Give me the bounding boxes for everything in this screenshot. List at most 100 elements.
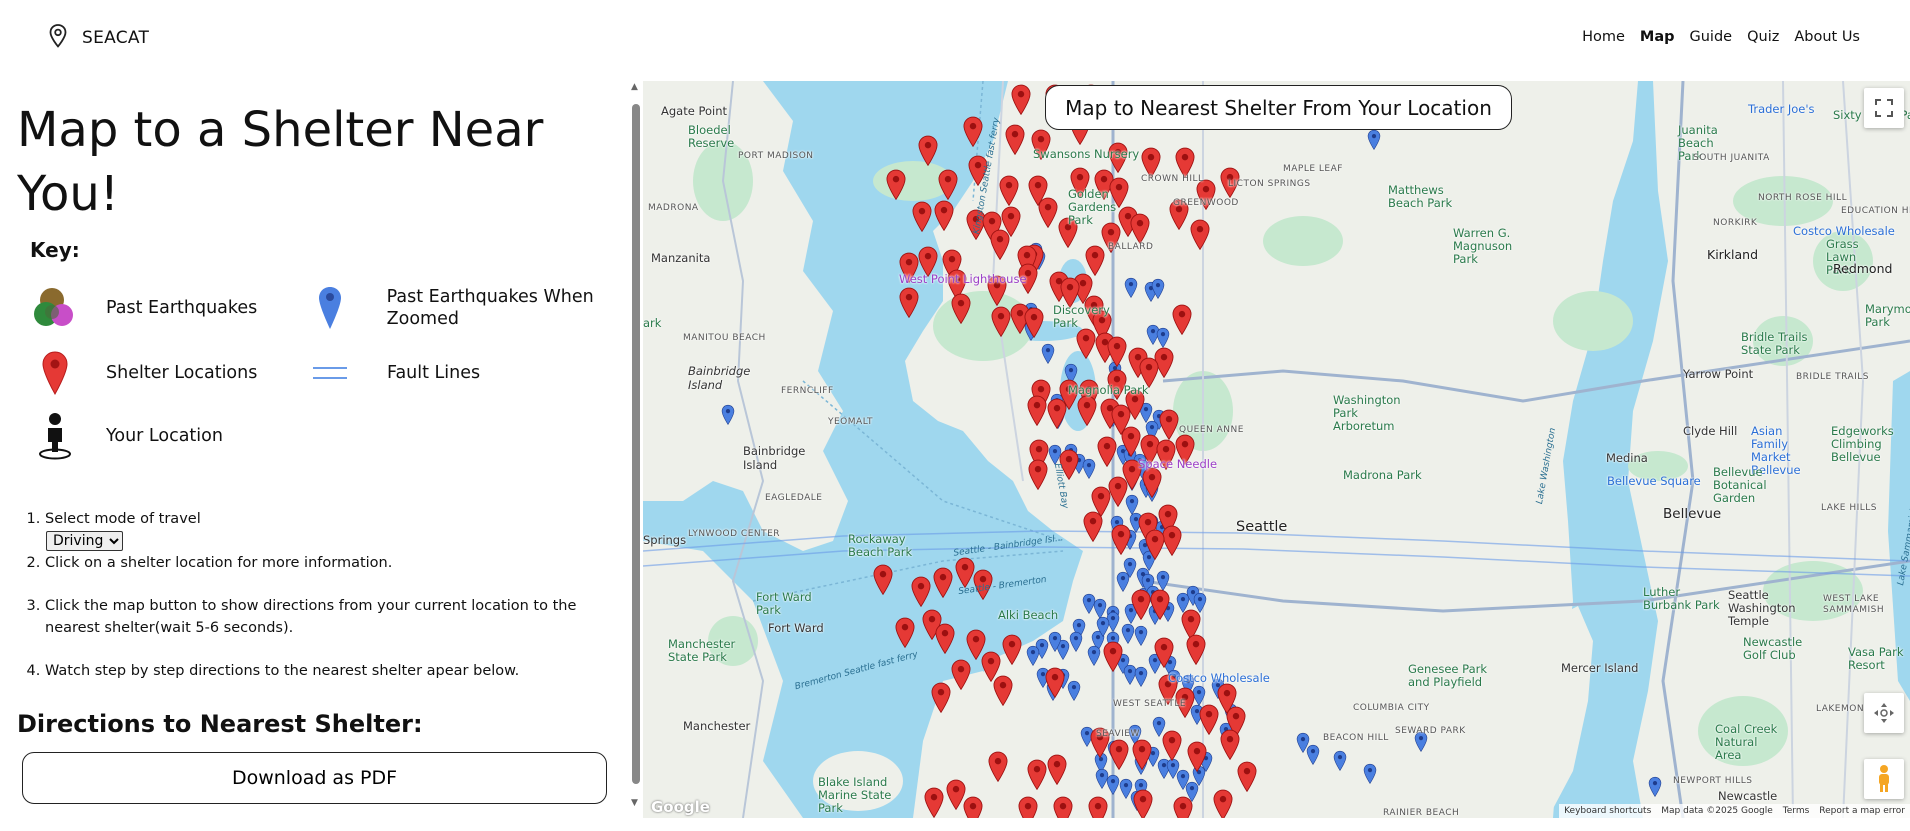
shelter-pin[interactable]: [1044, 667, 1066, 703]
shelter-pin[interactable]: [923, 787, 945, 818]
shelter-pin[interactable]: [933, 200, 955, 236]
shelter-pin[interactable]: [1195, 179, 1217, 215]
earthquake-pin[interactable]: [1134, 665, 1148, 693]
shelter-pin[interactable]: [987, 751, 1009, 787]
earthquake-pin[interactable]: [1096, 615, 1110, 643]
shelter-pin[interactable]: [962, 116, 984, 152]
shelter-pin[interactable]: [1144, 529, 1166, 565]
shelter-pin[interactable]: [1186, 741, 1208, 777]
earthquake-pin[interactable]: [1367, 128, 1381, 156]
earthquake-pin[interactable]: [1041, 342, 1055, 370]
shelter-pin[interactable]: [1172, 796, 1194, 818]
shelter-pin[interactable]: [1017, 796, 1039, 818]
nav-guide[interactable]: Guide: [1690, 29, 1733, 45]
shelter-pin[interactable]: [894, 617, 916, 653]
earthquake-pin[interactable]: [1069, 630, 1083, 658]
shelter-pin[interactable]: [1219, 729, 1241, 765]
shelter-pin[interactable]: [1023, 307, 1045, 343]
earthquake-pin[interactable]: [1087, 644, 1101, 672]
scroll-thumb[interactable]: [632, 104, 640, 784]
shelter-pin[interactable]: [962, 796, 984, 818]
main-nav: Home Map Guide Quiz About Us: [1582, 29, 1860, 45]
shelter-pin[interactable]: [1189, 219, 1211, 255]
nav-home[interactable]: Home: [1582, 29, 1625, 45]
brand[interactable]: SEACAT: [48, 24, 149, 52]
nav-about-us[interactable]: About Us: [1794, 29, 1860, 45]
earthquake-pin[interactable]: [1134, 624, 1148, 652]
shelter-pin[interactable]: [950, 659, 972, 695]
shelter-pin[interactable]: [1132, 789, 1154, 818]
shelter-pin[interactable]: [932, 567, 954, 603]
instruction-step: Click on a shelter location for more inf…: [45, 552, 605, 574]
shelter-pin[interactable]: [1046, 398, 1068, 434]
shelter-pin[interactable]: [1153, 637, 1175, 673]
camera-control-icon: [1874, 703, 1894, 723]
earthquake-pin[interactable]: [1082, 457, 1096, 485]
shelter-pin[interactable]: [1185, 634, 1207, 670]
left-panel-scrollbar[interactable]: ▲ ▼: [630, 82, 642, 812]
shelter-pin[interactable]: [1131, 739, 1153, 775]
shelter-pin[interactable]: [1037, 197, 1059, 233]
shelter-pin[interactable]: [1046, 754, 1068, 790]
earthquake-pin[interactable]: [1116, 570, 1130, 598]
nav-quiz[interactable]: Quiz: [1747, 29, 1779, 45]
earthquake-pin[interactable]: [1648, 775, 1662, 803]
shelter-pin[interactable]: [885, 169, 907, 205]
shelter-pin[interactable]: [1004, 124, 1026, 160]
shelter-pin[interactable]: [1001, 634, 1023, 670]
shelter-pin[interactable]: [898, 287, 920, 323]
scroll-up-arrow-icon[interactable]: ▲: [631, 82, 638, 92]
shelter-pin[interactable]: [989, 229, 1011, 265]
shelter-pin[interactable]: [1052, 796, 1074, 818]
shelter-pin[interactable]: [1149, 589, 1171, 625]
keyboard-shortcuts-link[interactable]: Keyboard shortcuts: [1564, 806, 1651, 816]
shelter-map[interactable]: Agate Point Bloedel Reserve PORT MADISON…: [643, 81, 1910, 818]
earthquake-pin[interactable]: [1067, 679, 1081, 707]
shelter-pin[interactable]: [1110, 524, 1132, 560]
camera-control-button[interactable]: [1864, 693, 1904, 733]
shelter-pin[interactable]: [910, 576, 932, 612]
earthquake-pin[interactable]: [1124, 276, 1138, 304]
shelter-pin[interactable]: [950, 293, 972, 329]
shelter-pin[interactable]: [872, 564, 894, 600]
earthquake-pin[interactable]: [1048, 630, 1062, 658]
earthquake-pin[interactable]: [1333, 749, 1347, 777]
earthquake-pin[interactable]: [1082, 592, 1096, 620]
shelter-pin[interactable]: [1171, 304, 1193, 340]
shelter-pin[interactable]: [1236, 761, 1258, 797]
nav-map[interactable]: Map: [1640, 29, 1675, 45]
shelter-pin[interactable]: [1102, 641, 1124, 677]
travel-mode-select[interactable]: Driving: [46, 531, 123, 551]
shelter-pin[interactable]: [1026, 759, 1048, 795]
earthquake-pin[interactable]: [721, 403, 735, 431]
shelter-pin[interactable]: [934, 623, 956, 659]
shelter-pin[interactable]: [992, 675, 1014, 711]
shelter-pin[interactable]: [911, 201, 933, 237]
directions-title: Directions to Nearest Shelter:: [17, 710, 423, 738]
terms-link[interactable]: Terms: [1783, 806, 1810, 816]
shelter-pin[interactable]: [917, 135, 939, 171]
earthquake-pin[interactable]: [1151, 277, 1165, 305]
street-view-pegman-button[interactable]: [1864, 759, 1904, 799]
report-error-link[interactable]: Report a map error: [1819, 806, 1905, 816]
shelter-pin[interactable]: [1108, 739, 1130, 775]
shelter-pin[interactable]: [1010, 84, 1032, 120]
shelter-pin[interactable]: [1096, 436, 1118, 472]
shelter-pin[interactable]: [1082, 511, 1104, 547]
shelter-pin[interactable]: [1026, 395, 1048, 431]
scroll-down-arrow-icon[interactable]: ▼: [631, 798, 638, 808]
download-pdf-button[interactable]: Download as PDF: [22, 752, 607, 804]
fullscreen-button[interactable]: [1864, 88, 1904, 128]
shelter-pin[interactable]: [1106, 336, 1128, 372]
shelter-pin[interactable]: [1076, 395, 1098, 431]
map-label: Medina: [1606, 451, 1648, 465]
earthquake-pin[interactable]: [1306, 743, 1320, 771]
shelter-pin[interactable]: [1212, 789, 1234, 818]
shelter-pin[interactable]: [930, 682, 952, 718]
earthquake-pin[interactable]: [1363, 762, 1377, 790]
shelter-pin[interactable]: [1161, 730, 1183, 766]
map-label: LYNWOOD CENTER: [688, 529, 781, 539]
shelter-pin[interactable]: [1087, 796, 1109, 818]
shelter-pin[interactable]: [1141, 467, 1163, 503]
shelter-pin[interactable]: [1027, 459, 1049, 495]
